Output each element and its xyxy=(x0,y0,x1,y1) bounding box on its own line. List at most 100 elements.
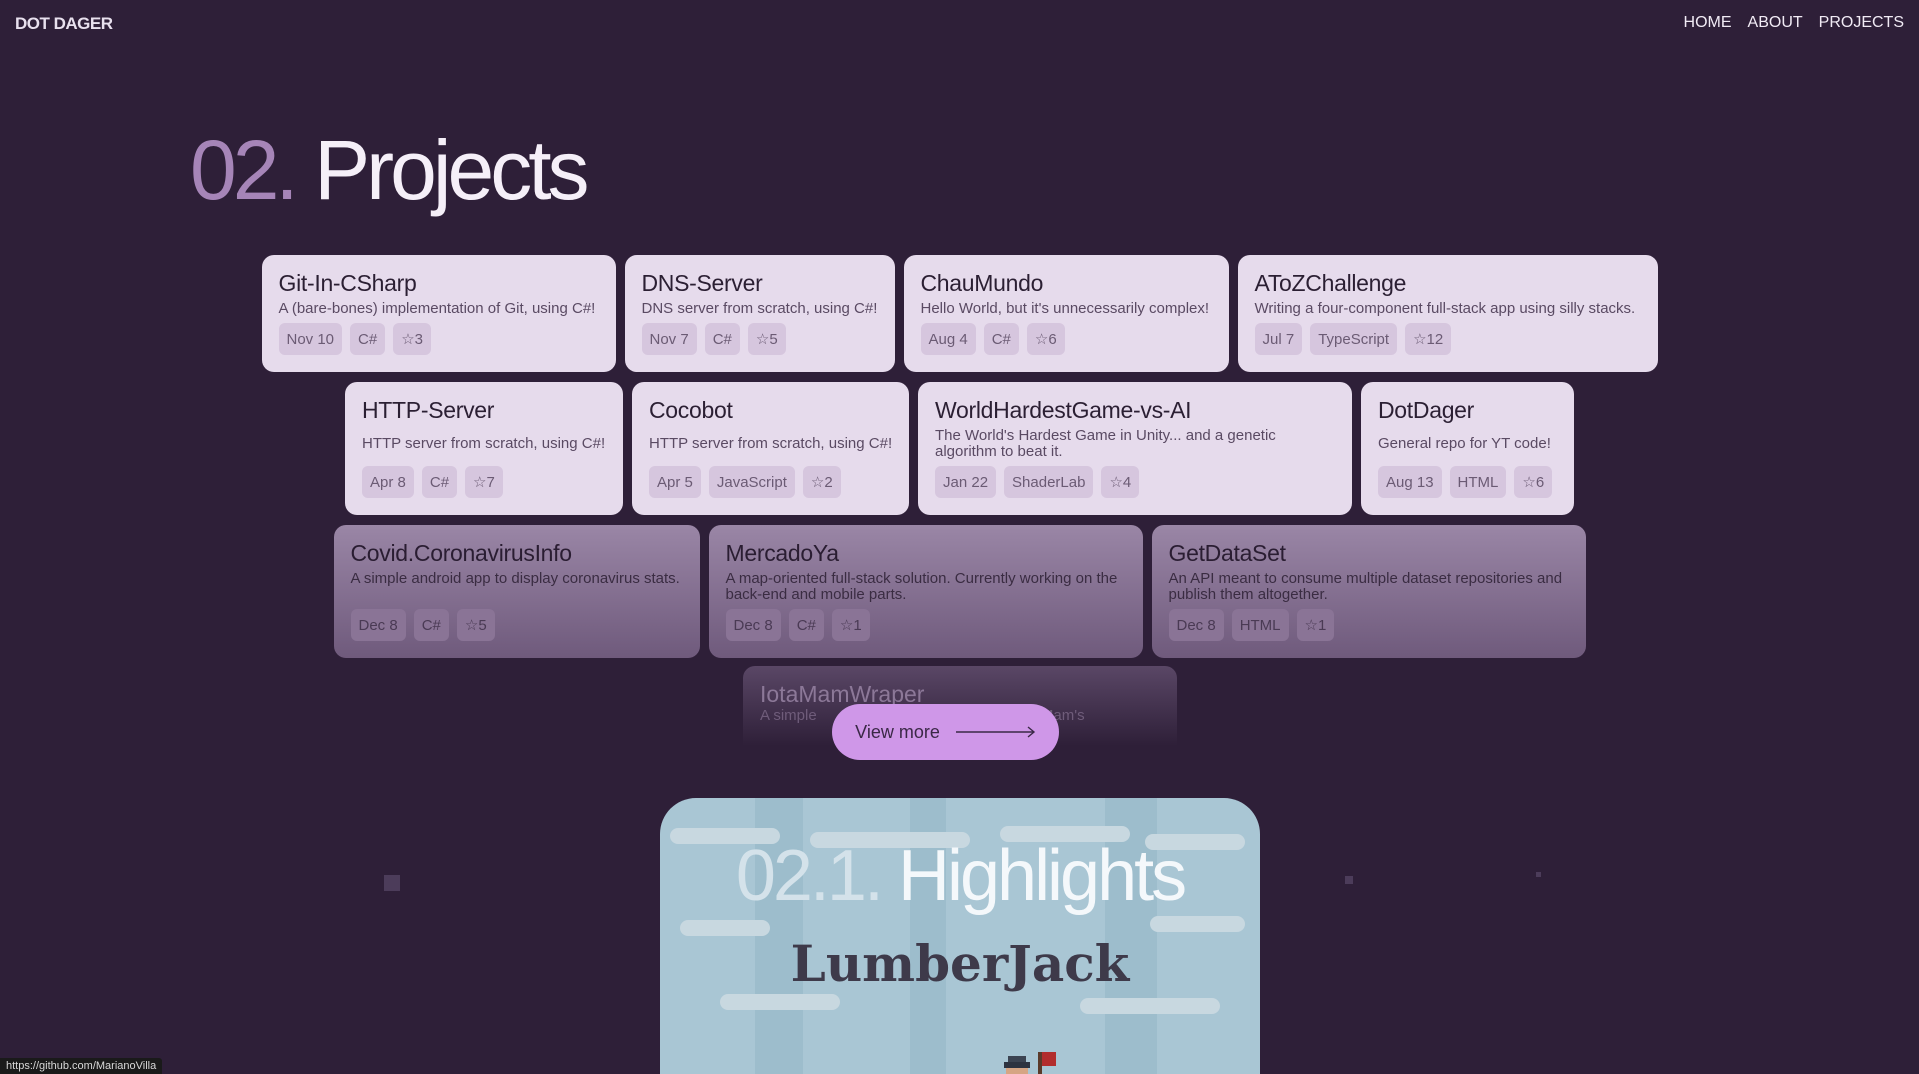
project-name: ChauMundo xyxy=(920,270,1044,296)
cloud xyxy=(1150,916,1245,932)
project-card[interactable]: DNS-Server DNS server from scratch, usin… xyxy=(624,255,895,372)
star-icon: ☆ xyxy=(1304,617,1318,634)
project-name: Covid.CoronavirusInfo xyxy=(350,540,573,566)
project-card[interactable]: HTTP-Server HTTP server from scratch, us… xyxy=(345,382,623,515)
project-name: Cocobot xyxy=(649,397,733,423)
decor-square xyxy=(384,875,400,891)
language-tag: C# xyxy=(421,466,458,498)
star-icon: ☆ xyxy=(1034,331,1049,348)
project-description: Hello World, but it's unnecessarily comp… xyxy=(920,300,1210,317)
date-tag: Apr 5 xyxy=(649,466,701,498)
project-tags: Apr 5 JavaScript ☆ 2 xyxy=(649,466,841,498)
project-description: General repo for YT code! xyxy=(1378,435,1551,452)
project-description: DNS server from scratch, using C#! xyxy=(641,300,878,317)
language-tag: HTML xyxy=(1449,466,1507,498)
nav-projects-link[interactable]: PROJECTS xyxy=(1819,14,1904,32)
status-url: https://github.com/MarianoVilla xyxy=(0,1058,163,1074)
section-title: 02. Projects xyxy=(190,128,590,212)
project-card[interactable]: DotDager General repo for YT code! Aug 1… xyxy=(1361,382,1574,515)
section-number: 02. xyxy=(190,123,299,217)
project-tags: Jul 7 TypeScript ☆ 12 xyxy=(1254,323,1452,355)
project-card[interactable]: GetDataSet An API meant to consume multi… xyxy=(1151,525,1586,658)
view-more-button[interactable]: View more xyxy=(832,704,1059,760)
highlights-number: 02.1. xyxy=(735,836,884,916)
decor-square xyxy=(1345,876,1353,884)
highlights-title: 02.1. Highlights xyxy=(660,840,1260,912)
project-card[interactable]: Git-In-CSharp A (bare-bones) implementat… xyxy=(261,255,616,372)
game-title[interactable]: LumberJack xyxy=(660,934,1260,993)
projects-row-2: HTTP-Server HTTP server from scratch, us… xyxy=(0,382,1919,515)
star-icon: ☆ xyxy=(464,617,479,634)
date-tag: Nov 10 xyxy=(278,323,343,355)
project-description: The World's Hardest Game in Unity... and… xyxy=(935,427,1276,460)
project-name: Git-In-CSharp xyxy=(278,270,417,296)
project-name: AToZChallenge xyxy=(1254,270,1407,296)
date-tag: Nov 7 xyxy=(641,323,697,355)
date-tag: Dec 8 xyxy=(1168,609,1224,641)
nav-links: HOME ABOUT PROJECTS xyxy=(1684,14,1904,32)
highlights-heading: Highlights xyxy=(897,836,1187,916)
language-tag: TypeScript xyxy=(1310,323,1398,355)
project-card[interactable]: ChauMundo Hello World, but it's unnecess… xyxy=(903,255,1229,372)
stars-tag: ☆ 1 xyxy=(831,609,870,641)
project-tags: Aug 13 HTML ☆ 6 xyxy=(1378,466,1553,498)
project-description: HTTP server from scratch, using C#! xyxy=(362,435,606,452)
lumberjack-icon xyxy=(1004,1052,1056,1074)
stars-tag: ☆ 6 xyxy=(1514,466,1553,498)
stars-tag: ☆ 4 xyxy=(1101,466,1140,498)
language-tag: C# xyxy=(788,609,824,641)
language-tag: C# xyxy=(350,323,386,355)
language-tag: C# xyxy=(413,609,449,641)
project-card[interactable]: AToZChallenge Writing a four-component f… xyxy=(1237,255,1658,372)
nav-about-link[interactable]: ABOUT xyxy=(1748,14,1803,32)
date-tag: Jan 22 xyxy=(935,466,997,498)
project-description: HTTP server from scratch, using C#! xyxy=(649,435,893,452)
project-tags: Nov 7 C# ☆ 5 xyxy=(641,323,786,355)
highlights-panel: 02.1. Highlights LumberJack xyxy=(660,798,1260,1074)
project-name: DotDager xyxy=(1378,397,1475,423)
language-tag: JavaScript xyxy=(708,466,795,498)
star-icon: ☆ xyxy=(1413,331,1427,348)
project-card[interactable]: Covid.CoronavirusInfo A simple android a… xyxy=(333,525,700,658)
stars-tag: ☆ 2 xyxy=(802,466,841,498)
section-heading: Projects xyxy=(314,123,589,217)
view-more-label: View more xyxy=(855,721,940,742)
date-tag: Jul 7 xyxy=(1254,323,1303,355)
project-description: Writing a four-component full-stack app … xyxy=(1254,300,1636,317)
project-name: GetDataSet xyxy=(1168,540,1286,566)
decor-square xyxy=(1536,872,1541,877)
project-description: An API meant to consume multiple dataset… xyxy=(1168,570,1563,603)
project-tags: Nov 10 C# ☆ 3 xyxy=(278,323,432,355)
star-icon: ☆ xyxy=(1109,474,1123,491)
date-tag: Dec 8 xyxy=(725,609,781,641)
project-tags: Apr 8 C# ☆ 7 xyxy=(362,466,503,498)
language-tag: HTML xyxy=(1231,609,1289,641)
star-icon: ☆ xyxy=(473,474,487,491)
date-tag: Dec 8 xyxy=(350,609,406,641)
nav-home-link[interactable]: HOME xyxy=(1684,14,1732,32)
project-tags: Dec 8 C# ☆ 5 xyxy=(350,609,495,641)
date-tag: Aug 13 xyxy=(1378,466,1442,498)
star-icon: ☆ xyxy=(810,474,825,491)
star-icon: ☆ xyxy=(755,331,770,348)
site-logo[interactable]: DOT DAGER xyxy=(15,14,113,34)
stars-tag: ☆ 5 xyxy=(747,323,786,355)
project-card[interactable]: MercadoYa A map-oriented full-stack solu… xyxy=(708,525,1143,658)
project-tags: Jan 22 ShaderLab ☆ 4 xyxy=(935,466,1140,498)
projects-row-1: Git-In-CSharp A (bare-bones) implementat… xyxy=(0,255,1919,372)
project-description: A (bare-bones) implementation of Git, us… xyxy=(278,300,596,317)
stars-tag: ☆ 1 xyxy=(1296,609,1335,641)
language-tag: ShaderLab xyxy=(1004,466,1094,498)
project-description: A simple android app to display coronavi… xyxy=(350,570,680,587)
stars-tag: ☆ 7 xyxy=(465,466,503,498)
stars-tag: ☆ 6 xyxy=(1026,323,1065,355)
project-tags: Dec 8 HTML ☆ 1 xyxy=(1168,609,1335,641)
date-tag: Aug 4 xyxy=(920,323,976,355)
project-card[interactable]: Cocobot HTTP server from scratch, using … xyxy=(632,382,909,515)
project-name: DNS-Server xyxy=(641,270,763,296)
project-tags: Aug 4 C# ☆ 6 xyxy=(920,323,1065,355)
project-tags: Dec 8 C# ☆ 1 xyxy=(725,609,870,641)
cloud xyxy=(1080,998,1220,1014)
project-card[interactable]: WorldHardestGame-vs-AI The World's Harde… xyxy=(918,382,1352,515)
language-tag: C# xyxy=(983,323,1019,355)
